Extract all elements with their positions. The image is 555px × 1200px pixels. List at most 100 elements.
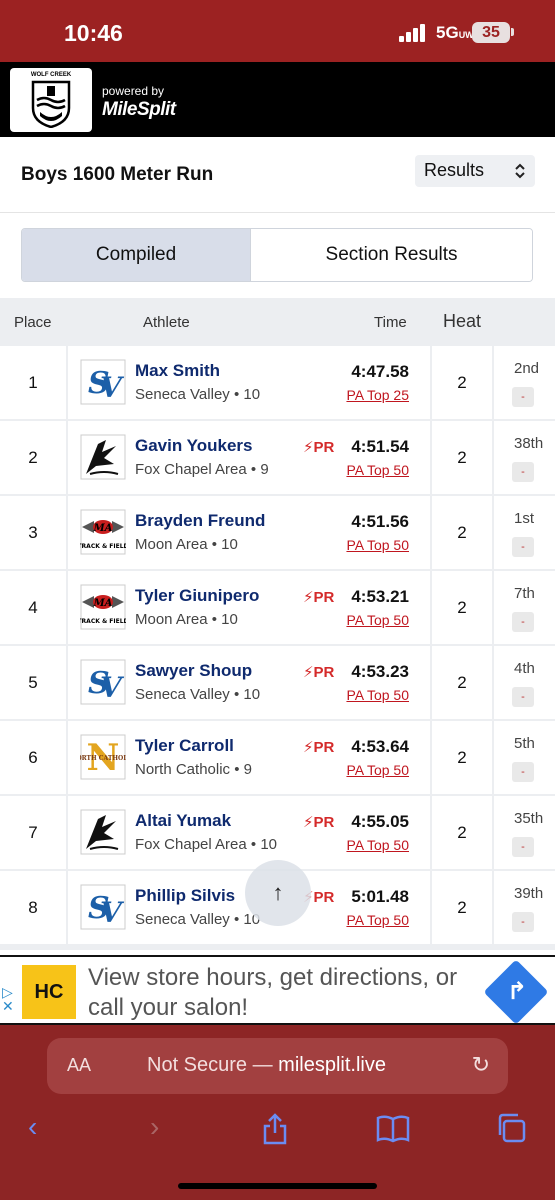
table-row[interactable]: 2 Gavin Youkers Fox Chapel Area • 9 ⚡PR 4:51…	[0, 421, 555, 494]
athlete-name-link[interactable]: Max Smith	[135, 361, 220, 381]
status-time: 10:46	[64, 20, 123, 46]
team-logo	[80, 809, 126, 855]
place-cell: 2	[0, 421, 66, 494]
page-title: Boys 1600 Meter Run	[21, 164, 214, 185]
wolf-creek-logo[interactable]: WOLF CREEK	[10, 68, 92, 132]
athlete-name-link[interactable]: Altai Yumak	[135, 811, 231, 831]
section-place-cell: 1st -	[494, 496, 555, 569]
section-dash-button[interactable]: -	[512, 912, 534, 932]
athlete-cell: Gavin Youkers Fox Chapel Area • 9 ⚡PR 4:51.…	[68, 421, 430, 494]
athlete-team: North Catholic • 9	[135, 761, 252, 778]
results-tabs: Compiled Section Results	[21, 228, 533, 282]
rank-link[interactable]: PA Top 50	[346, 762, 409, 778]
athlete-name-link[interactable]: Sawyer Shoup	[135, 661, 252, 681]
table-row[interactable]: 7 Altai Yumak Fox Chapel Area • 10 ⚡PR 4:55.…	[0, 796, 555, 869]
share-icon[interactable]	[262, 1113, 288, 1145]
section-place: 4th	[514, 660, 535, 677]
header-heat: Heat	[443, 311, 482, 331]
athlete-name-link[interactable]: Tyler Giunipero	[135, 586, 259, 606]
section-dash-button[interactable]: -	[512, 612, 534, 632]
place-cell: 1	[0, 346, 66, 419]
pr-label: PR	[313, 889, 335, 906]
time-value: 4:51.56	[351, 512, 409, 531]
heat-cell: 2	[432, 721, 492, 794]
ad-text[interactable]: View store hours, get directions, or cal…	[88, 963, 468, 1023]
athlete-team: Moon Area • 10	[135, 536, 238, 553]
rank-link[interactable]: PA Top 50	[346, 912, 409, 928]
tab-section-results[interactable]: Section Results	[251, 229, 532, 281]
rank-link[interactable]: PA Top 50	[346, 687, 409, 703]
header-place: Place	[14, 314, 52, 331]
svg-text:V: V	[100, 896, 125, 929]
heat-cell: 2	[432, 646, 492, 719]
chevron-updown-icon	[515, 163, 525, 179]
place-cell: 5	[0, 646, 66, 719]
place-cell: 8	[0, 871, 66, 944]
table-row[interactable]: 6NNORTH CATHOLICTyler Carroll North Catho…	[0, 721, 555, 794]
team-logo: SV	[80, 884, 126, 930]
pr-badge: ⚡PR	[303, 588, 334, 606]
lightning-icon: ⚡	[303, 814, 314, 831]
section-dash-button[interactable]: -	[512, 687, 534, 707]
text-size-button[interactable]: AA	[67, 1055, 91, 1076]
pr-label: PR	[313, 664, 335, 681]
lightning-icon: ⚡	[303, 439, 314, 456]
section-dash-button[interactable]: -	[512, 387, 534, 407]
time-value: 4:53.23	[351, 662, 409, 681]
rank-link[interactable]: PA Top 50	[346, 462, 409, 478]
url-text: Not Secure — milesplit.live	[147, 1054, 386, 1077]
section-dash-button[interactable]: -	[512, 762, 534, 782]
rank-link[interactable]: PA Top 50	[346, 612, 409, 628]
lightning-icon: ⚡	[303, 664, 314, 681]
ad-banner[interactable]: ▷ ✕ HC View store hours, get directions, …	[0, 955, 555, 1025]
back-icon[interactable]: ‹	[28, 1111, 37, 1143]
rank-link[interactable]: PA Top 50	[346, 537, 409, 553]
scroll-to-top-button[interactable]: ↑	[245, 860, 311, 926]
section-place: 5th	[514, 735, 535, 752]
athlete-name-link[interactable]: Brayden Freund	[135, 511, 265, 531]
tabs-icon[interactable]	[496, 1113, 526, 1143]
athlete-team: Fox Chapel Area • 10	[135, 836, 278, 853]
reload-icon[interactable]: ↻	[472, 1052, 490, 1078]
team-logo: MA TRACK & FIELD	[77, 584, 129, 630]
logo-text: WOLF CREEK	[30, 72, 72, 78]
team-logo: NNORTH CATHOLIC	[71, 734, 135, 780]
section-dash-button[interactable]: -	[512, 837, 534, 857]
athlete-team: Seneca Valley • 10	[135, 911, 261, 928]
ad-logo: HC	[22, 965, 76, 1019]
section-place-cell: 5th -	[494, 721, 555, 794]
athlete-cell: NNORTH CATHOLICTyler Carroll North Cathol…	[68, 721, 430, 794]
athlete-name-link[interactable]: Tyler Carroll	[135, 736, 234, 756]
table-row[interactable]: 1 S V Max Smith Seneca Valley • 10 4:47.58 PA …	[0, 346, 555, 419]
rank-link[interactable]: PA Top 25	[346, 387, 409, 403]
directions-arrow-icon: ↱	[506, 978, 528, 1005]
pr-badge: ⚡PR	[303, 813, 334, 831]
table-row[interactable]: 4 MA TRACK & FIELD Tyler Giunipero Moon Area…	[0, 571, 555, 644]
section-dash-button[interactable]: -	[512, 537, 534, 557]
bookmarks-icon[interactable]	[376, 1115, 410, 1143]
table-row[interactable]: 5 S V Sawyer Shoup Seneca Valley • 10 ⚡PR 4:53…	[0, 646, 555, 719]
time-value: 4:47.58	[351, 362, 409, 381]
url-bar[interactable]: AA Not Secure — milesplit.live ↻	[47, 1038, 508, 1094]
section-place: 1st	[514, 510, 535, 527]
forward-icon[interactable]: ›	[150, 1111, 159, 1143]
pr-label: PR	[313, 814, 335, 831]
svg-text:TRACK & FIELD: TRACK & FIELD	[80, 618, 126, 625]
ad-choices-icon[interactable]: ▷ ✕	[2, 985, 18, 1013]
rank-link[interactable]: PA Top 50	[346, 837, 409, 853]
browser-nav: ‹ ›	[0, 1105, 555, 1155]
network-type: 5GUW	[436, 23, 474, 42]
section-place: 35th	[514, 810, 544, 827]
milesplit-brand[interactable]: MileSplit	[102, 99, 176, 121]
athlete-name-link[interactable]: Gavin Youkers	[135, 436, 252, 456]
view-select[interactable]: Results	[415, 155, 535, 187]
section-place: 38th	[514, 435, 544, 452]
section-dash-button[interactable]: -	[512, 462, 534, 482]
place-cell: 3	[0, 496, 66, 569]
table-row[interactable]: 3 MA TRACK & FIELD Brayden Freund Moon Area …	[0, 496, 555, 569]
home-indicator	[178, 1183, 377, 1189]
athlete-team: Seneca Valley • 10	[135, 386, 261, 403]
athlete-cell: MA TRACK & FIELD Tyler Giunipero Moon Area …	[68, 571, 430, 644]
tab-compiled[interactable]: Compiled	[22, 229, 252, 281]
athlete-name-link[interactable]: Phillip Silvis	[135, 886, 235, 906]
